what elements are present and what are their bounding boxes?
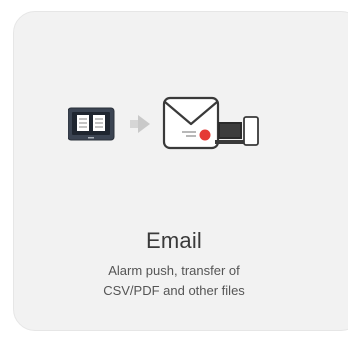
- hmi-panel-icon: [68, 107, 115, 141]
- card-description-line-2: CSV/PDF and other files: [103, 283, 245, 298]
- envelope-icon: [162, 96, 220, 150]
- card-title: Email: [145, 228, 202, 253]
- laptop-icon: [215, 122, 245, 144]
- arrow-right-icon: [130, 115, 150, 133]
- email-illustration: [68, 96, 259, 150]
- alert-badge-icon: [199, 129, 211, 141]
- card-description-line-1: Alarm push, transfer of: [108, 263, 240, 278]
- phone-icon: [243, 116, 259, 146]
